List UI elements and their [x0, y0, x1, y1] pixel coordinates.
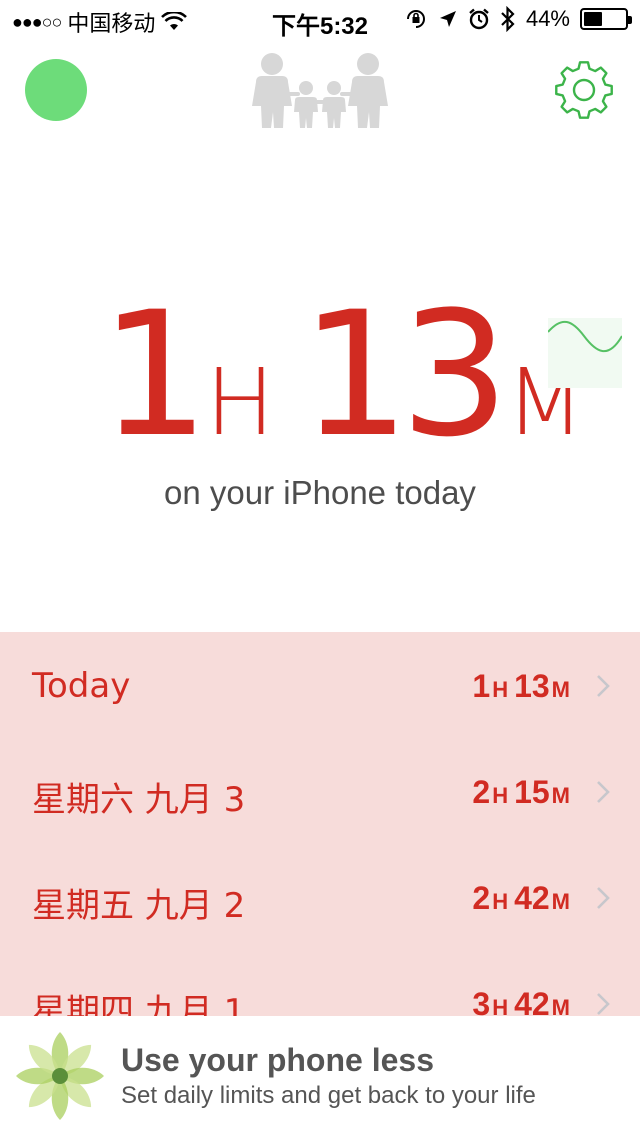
history-row[interactable]: 星期四 九月 1 3H 42M: [0, 950, 640, 1016]
rotation-lock-icon: [406, 10, 425, 28]
alarm-icon: [469, 8, 489, 30]
usage-time-display: 1H 13M: [100, 289, 611, 461]
location-icon: [439, 11, 456, 27]
family-icon[interactable]: [248, 52, 392, 128]
history-day-label: Today: [32, 666, 131, 706]
status-right: 44%: [404, 6, 632, 32]
history-hours-unit: H: [492, 995, 509, 1016]
usage-hours: 1: [100, 274, 209, 475]
battery-percent: 44%: [525, 6, 570, 31]
history-hours-unit: H: [492, 889, 509, 914]
usage-today: 1H 13M: [0, 289, 640, 461]
history-minutes: 42: [514, 986, 550, 1016]
chevron-right-icon: [597, 781, 610, 803]
history-minutes: 15: [514, 774, 550, 810]
history-minutes-unit: M: [551, 677, 570, 702]
chevron-right-icon: [597, 675, 610, 697]
history-hours-unit: H: [492, 677, 509, 702]
chevron-right-icon: [597, 887, 610, 909]
history-minutes: 42: [514, 880, 550, 916]
history-duration: 3H 42M: [472, 986, 570, 1016]
promo-banner[interactable]: Use your phone less Set daily limits and…: [0, 1016, 640, 1136]
status-indicator-dot[interactable]: [25, 59, 87, 121]
chevron-right-icon: [597, 993, 610, 1015]
bluetooth-icon: [501, 6, 515, 32]
history-duration: 1H 13M: [472, 668, 570, 705]
screen: ●●●○○ 中国移动 下午5:32 44% 1H 13M on your iPh…: [0, 0, 640, 1136]
history-hours: 2: [472, 774, 491, 810]
history-hours: 1: [472, 668, 491, 704]
usage-minutes: 13: [300, 274, 510, 475]
history-duration: 2H 15M: [472, 774, 570, 811]
history-minutes-unit: M: [551, 995, 570, 1016]
history-day-label: 星期四 九月 1: [32, 992, 246, 1016]
daily-history-list: Today 1H 13M 星期六 九月 3 2H 15M 星期五 九月 2 2H 42M 星期四 …: [0, 632, 640, 1016]
battery-icon: [580, 8, 632, 30]
history-minutes: 13: [514, 668, 550, 704]
history-hours: 3: [472, 986, 491, 1016]
usage-trend-sparkline[interactable]: [548, 318, 622, 388]
lotus-icon: [16, 1032, 104, 1120]
history-row[interactable]: Today 1H 13M: [0, 632, 640, 738]
history-row[interactable]: 星期六 九月 3 2H 15M: [0, 738, 640, 844]
history-row[interactable]: 星期五 九月 2 2H 42M: [0, 844, 640, 950]
status-bar: ●●●○○ 中国移动 下午5:32 44%: [0, 0, 640, 40]
history-minutes-unit: M: [551, 783, 570, 808]
usage-hours-unit: H: [205, 349, 275, 456]
history-hours-unit: H: [492, 783, 509, 808]
battery-fill: [584, 12, 602, 26]
top-nav: [0, 50, 640, 130]
promo-title: Use your phone less: [121, 1042, 434, 1078]
history-hours: 2: [472, 880, 491, 916]
history-duration: 2H 42M: [472, 880, 570, 917]
history-day-label: 星期五 九月 2: [32, 886, 246, 926]
usage-subtitle: on your iPhone today: [164, 474, 476, 511]
gear-icon[interactable]: [552, 58, 616, 122]
history-minutes-unit: M: [551, 889, 570, 914]
history-day-label: 星期六 九月 3: [32, 780, 246, 820]
promo-description: Set daily limits and get back to your li…: [121, 1082, 536, 1109]
